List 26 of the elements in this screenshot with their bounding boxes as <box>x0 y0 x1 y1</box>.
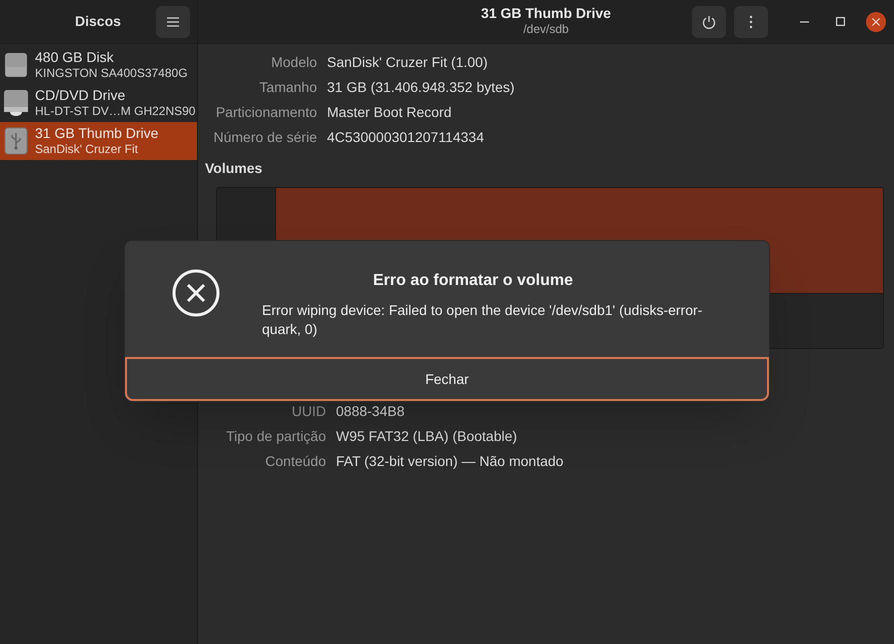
disk-model: SanDisk' Cruzer Fit <box>35 141 139 157</box>
window-title: 31 GB Thumb Drive <box>481 5 611 21</box>
disk-name: CD/DVD Drive <box>35 87 126 103</box>
field-label: Modelo <box>270 53 317 72</box>
field-label: Tamanho <box>258 78 317 97</box>
field-label: Tipo de partição <box>225 427 326 446</box>
field-value: 31 GB (31.406.948.352 bytes) <box>327 78 516 97</box>
field-value: 4C530000301207114334 <box>327 128 486 147</box>
disk-name: 480 GB Disk <box>35 49 115 65</box>
field-label: Conteúdo <box>264 452 326 471</box>
dialog-title: Erro ao formatar o volume <box>372 271 574 291</box>
disk-model: HL-DT-ST DV…M GH22NS90 <box>35 103 196 119</box>
disk-name: 31 GB Thumb Drive <box>35 125 158 141</box>
disk-model: KINGSTON SA400S37480G <box>35 65 188 81</box>
field-value: FAT (32-bit version) — Não montado <box>336 452 564 471</box>
section-heading: Volumes <box>205 159 264 178</box>
dialog-message: Error wiping device: Failed to open the device '/dev/sdb1' (udisks-error-quark, 0) <box>262 301 704 339</box>
field-label: UUID <box>290 402 326 421</box>
field-value: Master Boot Record <box>327 103 452 122</box>
field-label: Particionamento <box>214 103 317 122</box>
field-label: Número de série <box>212 128 317 147</box>
field-value: W95 FAT32 (LBA) (Bootable) <box>336 427 518 446</box>
window-subtitle: /dev/sdb <box>523 21 569 37</box>
sidebar-title: Discos <box>75 12 121 31</box>
field-value: 0888-34B8 <box>336 402 406 421</box>
field-value: SanDisk' Cruzer Fit (1.00) <box>327 53 489 72</box>
